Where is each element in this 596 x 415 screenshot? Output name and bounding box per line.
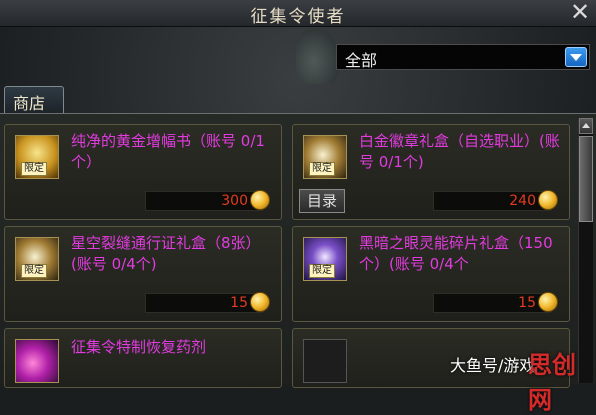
- shop-panel: 限定 纯净的黄金增幅书（账号 0/1个） 300 限定 白金徽章礼盒（自选职业）…: [0, 113, 596, 388]
- shop-item-card[interactable]: 限定 纯净的黄金增幅书（账号 0/1个） 300: [4, 124, 282, 220]
- gift-box-icon: 限定: [303, 135, 347, 179]
- item-name: 纯净的黄金增幅书（账号 0/1个）: [71, 132, 265, 171]
- scroll-up-icon[interactable]: [579, 118, 593, 134]
- shop-item-card[interactable]: 限定 星空裂缝通行证礼盒（8张）(账号 0/4个) 15: [4, 226, 282, 322]
- empty-slot-icon: [303, 339, 347, 383]
- coin-icon: [538, 190, 558, 210]
- pass-box-icon: 限定: [15, 237, 59, 281]
- item-name: 星空裂缝通行证礼盒（8张）(账号 0/4个): [71, 234, 261, 273]
- title-bar: 征集令使者 ✕: [0, 0, 596, 27]
- item-price: 240: [509, 193, 536, 209]
- crystal-box-icon: 限定: [303, 237, 347, 281]
- watermark-text: 大鱼号/游戏: [450, 356, 536, 375]
- potion-icon: [15, 339, 59, 383]
- coin-icon: [538, 292, 558, 312]
- close-icon[interactable]: ✕: [568, 0, 592, 25]
- limited-badge: 限定: [21, 264, 47, 278]
- price-box: 300: [145, 190, 270, 211]
- scroll-thumb[interactable]: [579, 136, 593, 222]
- window: 征集令使者 ✕ 全部 商店 限定 纯净的黄金增幅书（账号 0/1个） 300 限…: [0, 0, 596, 414]
- tab-label: 商店: [13, 94, 46, 113]
- price-box: 240: [433, 190, 558, 211]
- category-dropdown[interactable]: 全部: [336, 44, 590, 70]
- item-price: 15: [230, 295, 248, 311]
- chevron-down-icon[interactable]: [565, 47, 587, 67]
- shop-item-card[interactable]: 限定 白金徽章礼盒（自选职业）(账号 0/1个) 目录 240: [292, 124, 570, 220]
- price-box: 15: [433, 292, 558, 313]
- coin-icon: [250, 292, 270, 312]
- dropdown-selected-value: 全部: [345, 51, 378, 70]
- limited-badge: 限定: [309, 264, 335, 278]
- item-price: 300: [221, 193, 248, 209]
- item-name: 征集令特制恢复药剂: [71, 338, 207, 356]
- scrollbar[interactable]: [578, 118, 593, 383]
- tab-shop[interactable]: 商店: [4, 86, 64, 114]
- limited-badge: 限定: [21, 162, 47, 176]
- watermark-brand: 思创网: [528, 351, 576, 414]
- shop-item-card[interactable]: 征集令特制恢复药剂: [4, 328, 282, 388]
- item-price: 15: [518, 295, 536, 311]
- item-name: 黑暗之眼灵能碎片礼盒（150个）(账号 0/4个: [359, 234, 553, 273]
- coin-icon: [250, 190, 270, 210]
- window-title: 征集令使者: [250, 7, 346, 27]
- shop-item-card[interactable]: 限定 黑暗之眼灵能碎片礼盒（150个）(账号 0/4个 15: [292, 226, 570, 322]
- limited-badge: 限定: [309, 162, 335, 176]
- gold-book-icon: 限定: [15, 135, 59, 179]
- catalog-button[interactable]: 目录: [299, 189, 345, 213]
- item-name: 白金徽章礼盒（自选职业）(账号 0/1个): [359, 132, 560, 171]
- background-vase: [296, 28, 340, 84]
- price-box: 15: [145, 292, 270, 313]
